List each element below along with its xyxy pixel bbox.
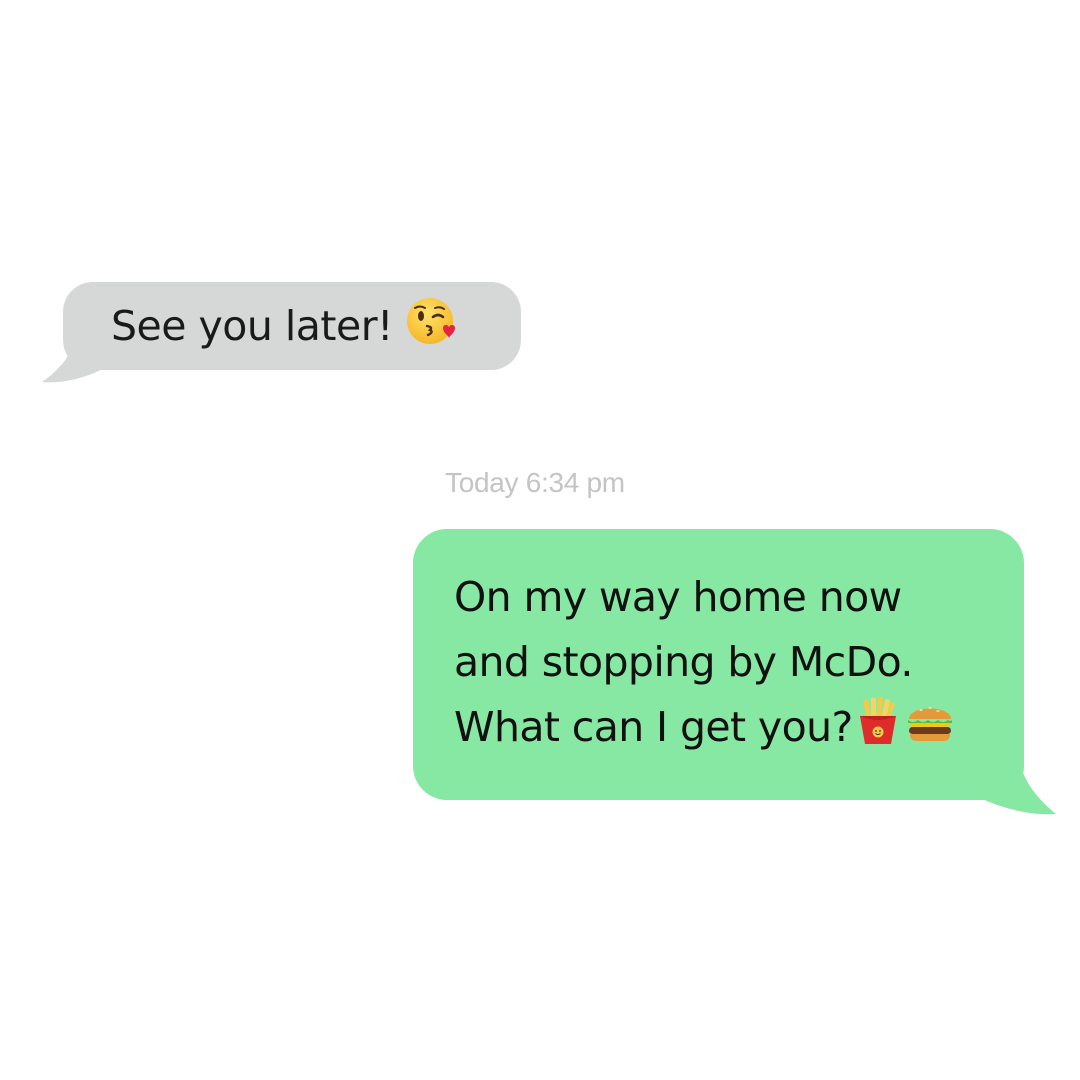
french-fries-icon <box>855 696 901 765</box>
incoming-message-text: See you later! <box>111 282 457 370</box>
message-timestamp: Today 6:34 pm <box>445 467 625 498</box>
incoming-message-label: See you later! <box>111 302 393 350</box>
hamburger-icon <box>905 697 955 764</box>
outgoing-message-line-2: and stopping by McDo. <box>454 638 913 686</box>
message-thread: See you later! Today 6:34 pm On my way h… <box>0 0 1080 1080</box>
kissing-face-icon <box>405 295 457 357</box>
outgoing-message-line-3-wrap: What can I get you? <box>454 695 955 760</box>
outgoing-message-text: On my way home now and stopping by McDo.… <box>454 565 955 760</box>
outgoing-message-line-3: What can I get you? <box>454 703 853 751</box>
outgoing-message-bubble[interactable]: On my way home now and stopping by McDo.… <box>413 529 1024 800</box>
incoming-message-bubble[interactable]: See you later! <box>63 282 521 370</box>
outgoing-message-line-1: On my way home now <box>454 573 902 621</box>
